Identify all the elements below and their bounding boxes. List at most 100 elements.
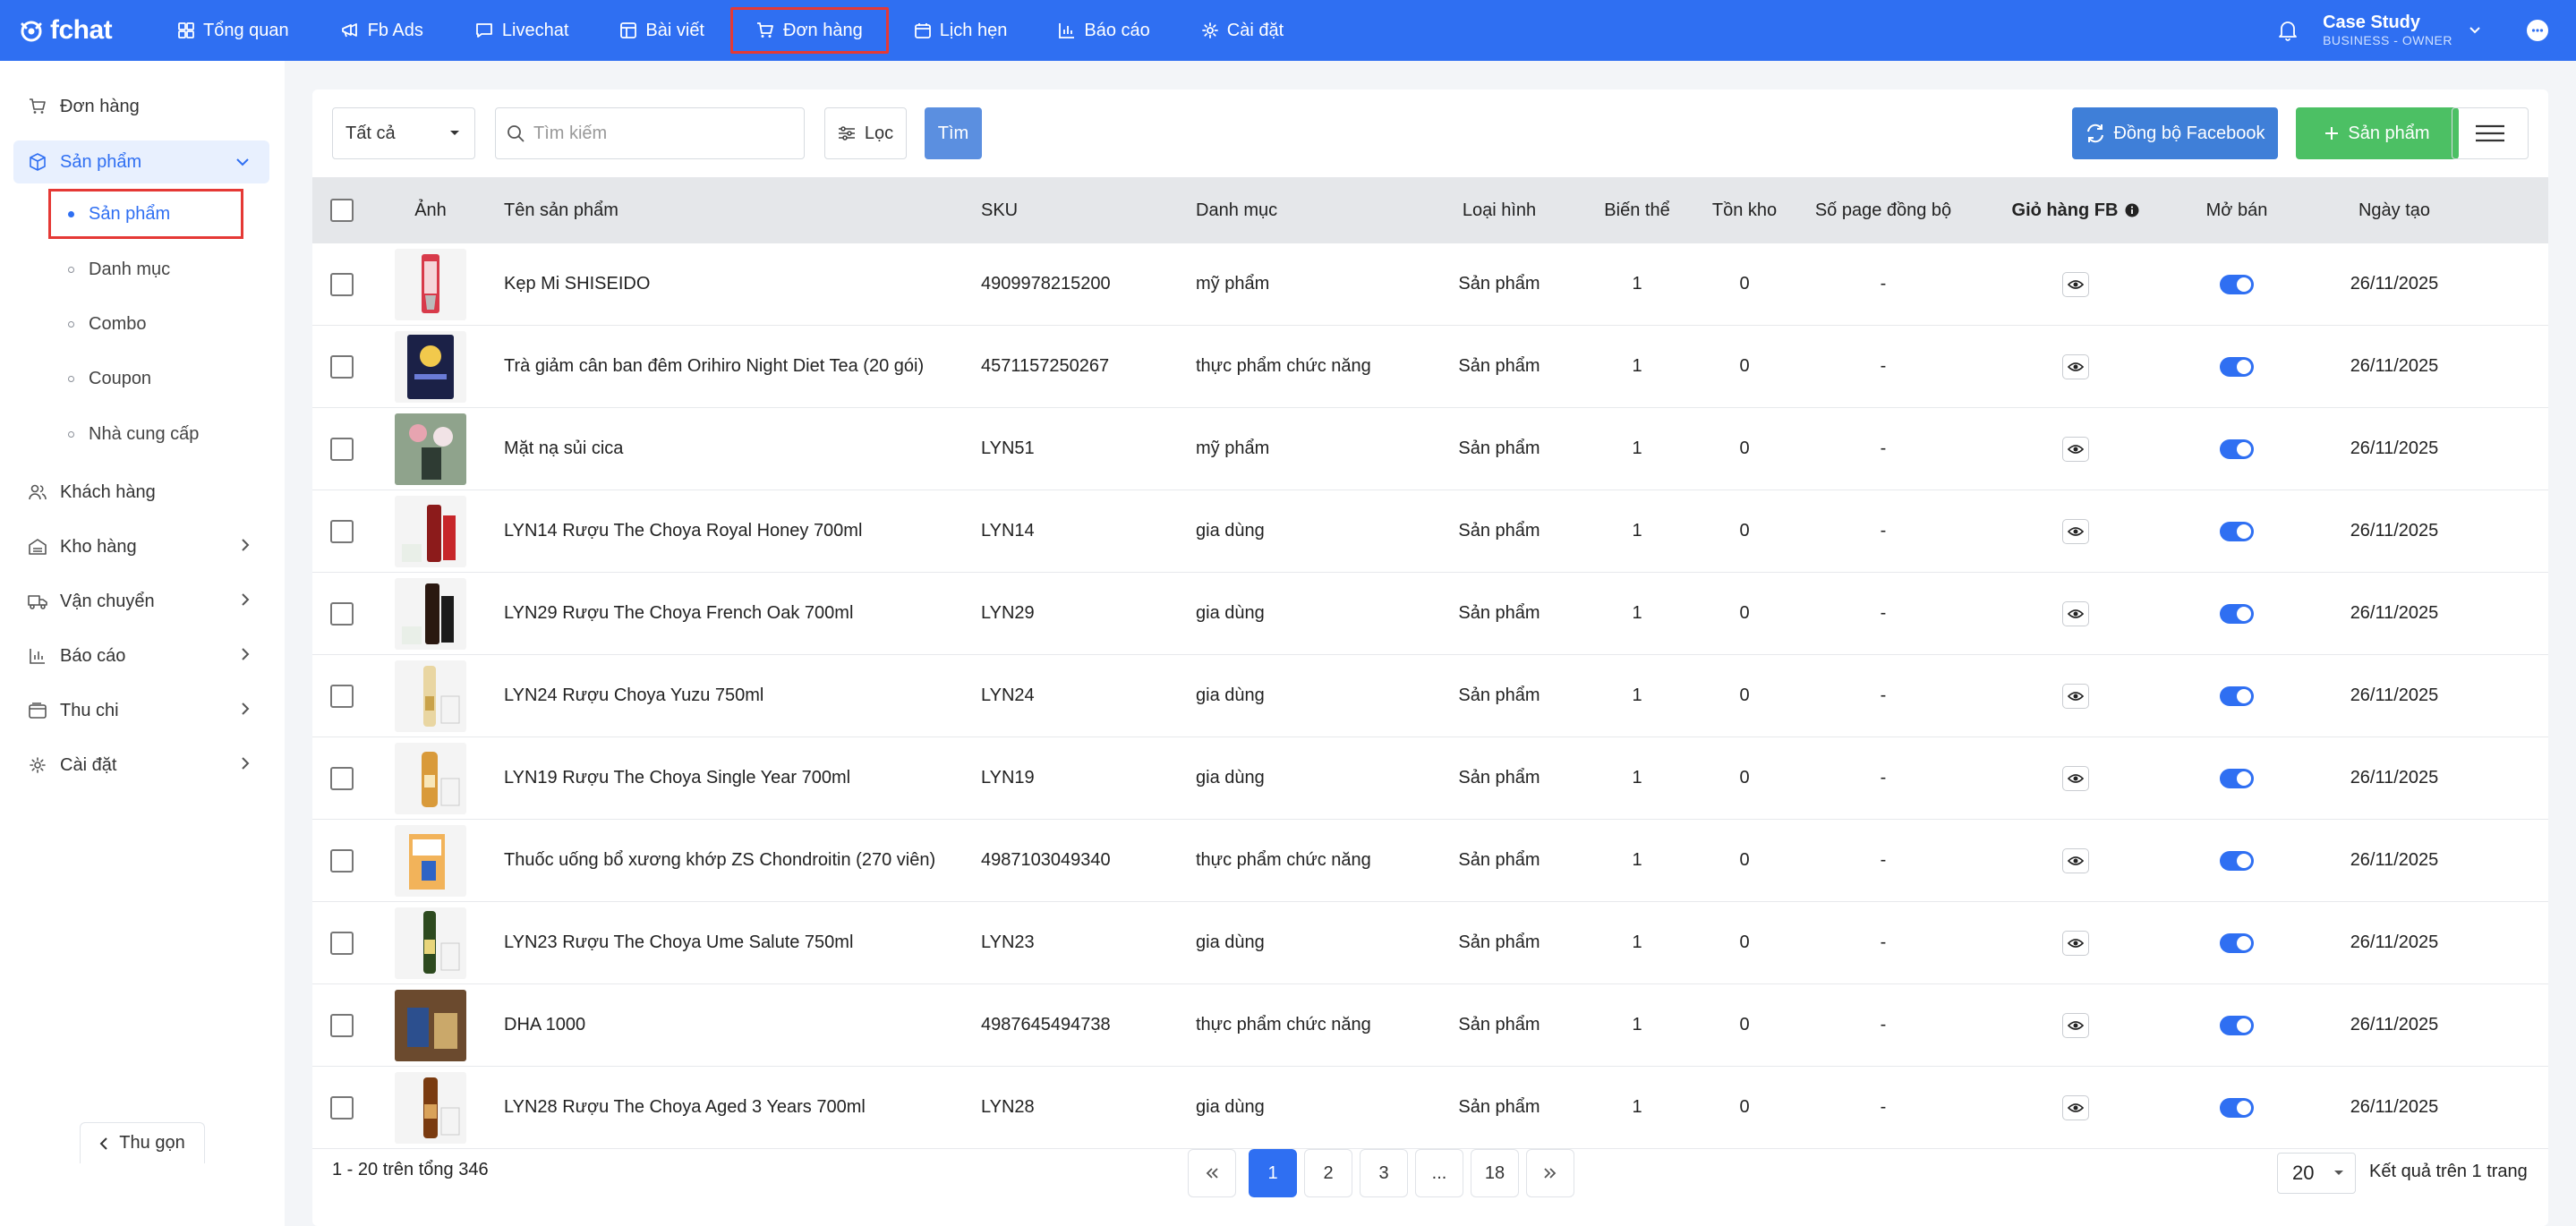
table-row[interactable]: LYN19 Rượu The Choya Single Year 700ml LY… bbox=[312, 737, 2548, 820]
table-row[interactable]: LYN28 Rượu The Choya Aged 3 Years 700ml L… bbox=[312, 1067, 2548, 1149]
table-row[interactable]: Thuốc uống bổ xương khớp ZS Chondroitin … bbox=[312, 820, 2548, 902]
on-sale-toggle[interactable] bbox=[2220, 356, 2254, 377]
product-thumbnail[interactable] bbox=[395, 248, 466, 320]
sidebar-sub-danh-muc[interactable]: Danh mục bbox=[48, 244, 243, 294]
sidebar-item-san-pham[interactable]: Sản phẩm bbox=[13, 140, 269, 183]
product-name[interactable]: DHA 1000 bbox=[504, 984, 585, 1066]
eye-icon[interactable] bbox=[2062, 518, 2089, 544]
col-loai-hinh[interactable]: Loại hình bbox=[1419, 177, 1580, 243]
product-name[interactable]: LYN28 Rượu The Choya Aged 3 Years 700ml bbox=[504, 1067, 866, 1148]
col-sku[interactable]: SKU bbox=[981, 177, 1018, 243]
table-row[interactable]: LYN23 Rượu The Choya Ume Salute 750ml LYN… bbox=[312, 902, 2548, 984]
eye-icon[interactable] bbox=[2062, 436, 2089, 462]
product-name[interactable]: LYN29 Rượu The Choya French Oak 700ml bbox=[504, 573, 853, 654]
eye-icon[interactable] bbox=[2062, 683, 2089, 709]
nav-livechat[interactable]: Livechat bbox=[449, 7, 595, 54]
row-checkbox[interactable] bbox=[330, 1095, 354, 1120]
select-all-checkbox[interactable] bbox=[330, 199, 354, 222]
page-button-18[interactable]: 18 bbox=[1471, 1149, 1519, 1197]
col-so-page-dong-bo[interactable]: Số page đồng bộ bbox=[1798, 177, 1968, 243]
sidebar-item-don-hang[interactable]: Đơn hàng bbox=[13, 85, 269, 128]
on-sale-toggle[interactable] bbox=[2220, 274, 2254, 294]
product-thumbnail[interactable] bbox=[395, 413, 466, 485]
product-name[interactable]: LYN14 Rượu The Choya Royal Honey 700ml bbox=[504, 490, 862, 572]
product-thumbnail[interactable] bbox=[395, 330, 466, 403]
sidebar-item-kho-hang[interactable]: Kho hàng bbox=[13, 525, 269, 568]
col-mo-ban[interactable]: Mở bán bbox=[2183, 177, 2290, 243]
eye-icon[interactable] bbox=[2062, 1094, 2089, 1120]
row-checkbox[interactable] bbox=[330, 601, 354, 626]
info-icon[interactable] bbox=[2125, 203, 2139, 217]
table-row[interactable]: LYN24 Rượu Choya Yuzu 750ml LYN24 gia dùng… bbox=[312, 655, 2548, 737]
col-bien-the[interactable]: Biến thể bbox=[1583, 177, 1691, 243]
row-checkbox[interactable] bbox=[330, 766, 354, 790]
eye-icon[interactable] bbox=[2062, 1012, 2089, 1038]
on-sale-toggle[interactable] bbox=[2220, 521, 2254, 541]
sidebar-item-bao-cao[interactable]: Báo cáo bbox=[13, 634, 269, 677]
eye-icon[interactable] bbox=[2062, 765, 2089, 791]
bell-icon[interactable] bbox=[2278, 20, 2298, 41]
table-row[interactable]: DHA 1000 4987645494738 thực phẩm chức năng… bbox=[312, 984, 2548, 1067]
product-name[interactable]: LYN23 Rượu The Choya Ume Salute 750ml bbox=[504, 902, 853, 983]
add-product-button[interactable]: Sản phẩm bbox=[2296, 107, 2459, 159]
collapse-sidebar-button[interactable]: Thu gọn bbox=[80, 1122, 205, 1163]
table-row[interactable]: Kẹp Mi SHISEIDO 4909978215200 mỹ phẩm Sản p… bbox=[312, 243, 2548, 326]
table-row[interactable]: LYN29 Rượu The Choya French Oak 700ml LYN… bbox=[312, 573, 2548, 655]
nav-fb-ads[interactable]: Fb Ads bbox=[315, 7, 449, 54]
first-page-button[interactable] bbox=[1188, 1149, 1236, 1197]
col-ten-san-pham[interactable]: Tên sản phẩm bbox=[504, 177, 618, 243]
product-thumbnail[interactable] bbox=[395, 824, 466, 897]
row-checkbox[interactable] bbox=[330, 272, 354, 296]
product-name[interactable]: Kẹp Mi SHISEIDO bbox=[504, 243, 650, 325]
table-row[interactable]: Mặt nạ sủi cica LYN51 mỹ phẩm Sản phẩm 1 0 - 26… bbox=[312, 408, 2548, 490]
nav-don-hang[interactable]: Đơn hàng bbox=[730, 7, 889, 54]
nav-lich-hen[interactable]: Lịch hẹn bbox=[889, 7, 1034, 54]
eye-icon[interactable] bbox=[2062, 353, 2089, 379]
col-ton-kho[interactable]: Tồn kho bbox=[1691, 177, 1798, 243]
row-checkbox[interactable] bbox=[330, 931, 354, 955]
product-thumbnail[interactable] bbox=[395, 495, 466, 567]
product-thumbnail[interactable] bbox=[395, 577, 466, 650]
product-thumbnail[interactable] bbox=[395, 1071, 466, 1144]
on-sale-toggle[interactable] bbox=[2220, 603, 2254, 624]
nav-cai-dat[interactable]: Cài đặt bbox=[1176, 7, 1309, 54]
nav-tong-quan[interactable]: Tổng quan bbox=[152, 7, 315, 54]
row-checkbox[interactable] bbox=[330, 848, 354, 873]
eye-icon[interactable] bbox=[2062, 600, 2089, 626]
sync-facebook-button[interactable]: Đồng bộ Facebook bbox=[2072, 107, 2278, 159]
on-sale-toggle[interactable] bbox=[2220, 768, 2254, 788]
product-thumbnail[interactable] bbox=[395, 907, 466, 979]
product-name[interactable]: Trà giảm cân ban đêm Orihiro Night Diet … bbox=[504, 326, 924, 407]
product-thumbnail[interactable] bbox=[395, 742, 466, 814]
eye-icon[interactable] bbox=[2062, 847, 2089, 873]
on-sale-toggle[interactable] bbox=[2220, 438, 2254, 459]
row-checkbox[interactable] bbox=[330, 684, 354, 708]
sidebar-sub-coupon[interactable]: Coupon bbox=[48, 353, 243, 404]
row-checkbox[interactable] bbox=[330, 354, 354, 379]
per-page-select[interactable]: 20 bbox=[2277, 1153, 2356, 1194]
sidebar-item-cai-dat[interactable]: Cài đặt bbox=[13, 744, 269, 787]
product-thumbnail[interactable] bbox=[395, 660, 466, 732]
eye-icon[interactable] bbox=[2062, 271, 2089, 297]
col-danh-muc[interactable]: Danh mục bbox=[1196, 177, 1277, 243]
product-name[interactable]: LYN19 Rượu The Choya Single Year 700ml bbox=[504, 737, 850, 819]
page-button-1[interactable]: 1 bbox=[1249, 1149, 1297, 1197]
col-ngay-tao[interactable]: Ngày tạo bbox=[2305, 177, 2484, 243]
column-menu-button[interactable] bbox=[2452, 107, 2529, 159]
page-button-2[interactable]: 2 bbox=[1304, 1149, 1352, 1197]
product-name[interactable]: LYN24 Rượu Choya Yuzu 750ml bbox=[504, 655, 763, 736]
support-chat-icon[interactable] bbox=[2526, 19, 2549, 42]
fchat-logo[interactable]: fchat bbox=[18, 15, 152, 46]
product-thumbnail[interactable] bbox=[395, 989, 466, 1061]
on-sale-toggle[interactable] bbox=[2220, 1097, 2254, 1118]
on-sale-toggle[interactable] bbox=[2220, 685, 2254, 706]
filter-button[interactable]: Lọc bbox=[824, 107, 907, 159]
row-checkbox[interactable] bbox=[330, 437, 354, 461]
sidebar-item-khach-hang[interactable]: Khách hàng bbox=[13, 471, 269, 514]
row-checkbox[interactable] bbox=[330, 1013, 354, 1037]
sidebar-item-van-chuyen[interactable]: Vận chuyển bbox=[13, 580, 269, 623]
sidebar-sub-combo[interactable]: Combo bbox=[48, 299, 243, 349]
table-row[interactable]: Trà giảm cân ban đêm Orihiro Night Diet … bbox=[312, 326, 2548, 408]
find-button[interactable]: Tìm bbox=[925, 107, 982, 159]
sidebar-sub-nha-cung-cap[interactable]: Nhà cung cấp bbox=[48, 409, 243, 459]
